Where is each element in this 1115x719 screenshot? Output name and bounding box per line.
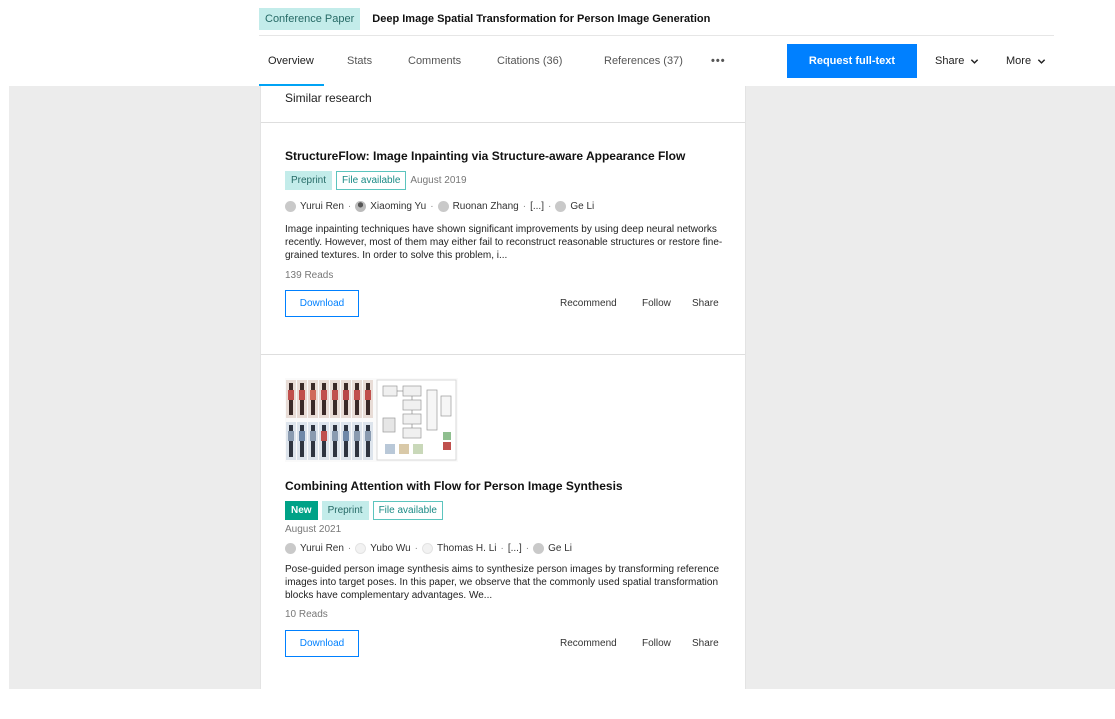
recommend-button[interactable]: Recommend — [560, 638, 617, 649]
author-name[interactable]: Xiaoming Yu — [370, 201, 426, 212]
research-item: Combining Attention with Flow for Person… — [285, 378, 725, 658]
avatar — [285, 200, 296, 212]
avatar — [285, 542, 296, 554]
preprint-badge: Preprint — [285, 171, 333, 190]
download-button[interactable]: Download — [285, 630, 359, 657]
similar-research-panel: Similar research StructureFlow: Image In… — [260, 86, 746, 689]
tab-more-options[interactable]: ••• — [693, 44, 725, 86]
reads-count: 10 Reads — [285, 609, 328, 620]
avatar — [355, 542, 367, 554]
more-authors[interactable]: [...] — [508, 543, 522, 554]
tab-stats[interactable]: Stats — [324, 44, 384, 86]
divider — [261, 354, 745, 355]
publication-date: August 2021 — [285, 524, 342, 535]
paper-type-badge: Conference Paper — [259, 8, 361, 30]
author-name[interactable]: Yurui Ren — [300, 201, 344, 212]
research-item-title[interactable]: StructureFlow: Image Inpainting via Stru… — [285, 149, 725, 163]
publication-date: August 2019 — [410, 175, 467, 186]
avatar — [422, 542, 434, 554]
share-button[interactable]: Share — [692, 298, 719, 309]
chevron-down-icon — [971, 58, 979, 64]
paper-title: Deep Image Spatial Transformation for Pe… — [372, 13, 711, 25]
avatar — [355, 200, 367, 212]
reads-count: 139 Reads — [285, 270, 334, 281]
figure-thumbnail[interactable] — [285, 378, 458, 462]
author-list: Yurui Ren · Xiaoming Yu · Ruonan Zhang ·… — [285, 199, 725, 213]
avatar — [555, 200, 567, 212]
tab-citations[interactable]: Citations (36) — [474, 44, 577, 86]
title-row: Conference Paper Deep Image Spatial Tran… — [259, 8, 710, 30]
chevron-down-icon — [1037, 58, 1046, 64]
author-list: Yurui Ren · Yubo Wu · Thomas H. Li · [..… — [285, 541, 725, 555]
research-item-title[interactable]: Combining Attention with Flow for Person… — [285, 479, 725, 493]
share-button[interactable]: Share — [692, 638, 719, 649]
tab-comments[interactable]: Comments — [384, 44, 474, 86]
author-name[interactable]: Yubo Wu — [370, 543, 410, 554]
new-badge: New — [285, 501, 318, 520]
preprint-badge: Preprint — [321, 501, 369, 520]
recommend-button[interactable]: Recommend — [560, 298, 617, 309]
download-button[interactable]: Download — [285, 290, 359, 317]
header-divider — [259, 35, 1054, 36]
file-available-badge: File available — [336, 171, 407, 190]
research-item-abstract: Pose-guided person image synthesis aims … — [285, 564, 720, 601]
author-name[interactable]: Ge Li — [570, 201, 594, 212]
research-item-abstract: Image inpainting techniques have shown s… — [285, 224, 723, 261]
share-menu[interactable]: Share — [935, 44, 979, 78]
research-item: StructureFlow: Image Inpainting via Stru… — [285, 149, 725, 318]
author-name[interactable]: Ruonan Zhang — [453, 201, 519, 212]
more-menu-label: More — [1006, 55, 1032, 67]
author-name[interactable]: Ge Li — [548, 543, 572, 554]
section-title: Similar research — [285, 91, 372, 105]
file-available-badge: File available — [372, 501, 443, 520]
divider — [261, 122, 745, 123]
badge-row: New Preprint File available — [285, 501, 725, 520]
share-menu-label: Share — [935, 55, 965, 67]
author-name[interactable]: Thomas H. Li — [437, 543, 496, 554]
tab-references[interactable]: References (37) — [577, 44, 693, 86]
item-actions: Download Recommend Follow Share — [285, 630, 725, 658]
avatar — [533, 542, 545, 554]
follow-button[interactable]: Follow — [642, 638, 671, 649]
badge-row: Preprint File available August 2019 — [285, 171, 725, 190]
tab-bar: Overview Stats Comments Citations (36) R… — [259, 44, 725, 86]
more-authors[interactable]: [...] — [530, 201, 544, 212]
item-actions: Download Recommend Follow Share — [285, 290, 725, 318]
author-name[interactable]: Yurui Ren — [300, 543, 344, 554]
avatar — [437, 200, 449, 212]
tab-overview[interactable]: Overview — [259, 44, 324, 86]
follow-button[interactable]: Follow — [642, 298, 671, 309]
paper-header: Conference Paper Deep Image Spatial Tran… — [0, 0, 1115, 86]
request-full-text-button[interactable]: Request full-text — [787, 44, 917, 78]
more-menu[interactable]: More — [1006, 44, 1046, 78]
